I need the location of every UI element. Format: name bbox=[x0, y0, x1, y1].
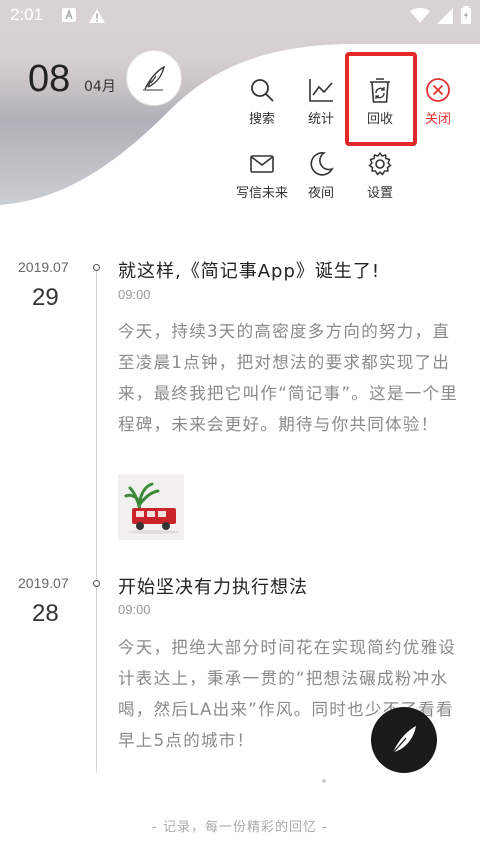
envelope-icon bbox=[250, 155, 274, 173]
entry-time: 09:00 bbox=[118, 287, 151, 302]
header-month: 04月 bbox=[84, 79, 116, 95]
quill-icon bbox=[392, 726, 416, 754]
menu-write-letter-label: 写信未来 bbox=[235, 186, 288, 201]
notification-a-icon bbox=[62, 8, 76, 22]
chart-icon bbox=[309, 79, 333, 102]
red-car-image bbox=[118, 474, 184, 540]
wifi-icon bbox=[410, 8, 430, 23]
entry-title[interactable]: 开始坚决有力执行想法 bbox=[118, 573, 308, 599]
close-icon bbox=[426, 78, 450, 102]
status-time: 2:01 bbox=[10, 5, 44, 24]
entry-year-month: 2019.07 bbox=[18, 259, 69, 275]
header-day: 08 bbox=[28, 58, 71, 100]
timeline-dot bbox=[93, 264, 100, 271]
status-bar: 2:01 bbox=[0, 0, 480, 32]
quill-icon bbox=[143, 65, 166, 91]
menu-settings-label: 设置 bbox=[366, 186, 393, 201]
menu-night[interactable]: 夜间 bbox=[289, 150, 353, 201]
menu-search-label: 搜索 bbox=[248, 112, 275, 127]
new-entry-fab[interactable] bbox=[371, 707, 437, 773]
entry-day: 29 bbox=[32, 284, 59, 311]
entry-day: 28 bbox=[32, 600, 59, 627]
entry-title[interactable]: 就这样,《简记事App》诞生了! bbox=[118, 257, 380, 283]
menu-settings[interactable]: 设置 bbox=[348, 150, 412, 201]
scroll-indicator bbox=[322, 779, 326, 783]
timeline-line bbox=[96, 268, 97, 773]
moon-icon bbox=[310, 152, 334, 176]
entry-year-month: 2019.07 bbox=[18, 575, 69, 591]
entry-thumbnail[interactable] bbox=[118, 474, 184, 540]
search-icon bbox=[251, 79, 274, 102]
highlight-box bbox=[345, 52, 417, 146]
signal-icon bbox=[437, 8, 453, 24]
entry-body[interactable]: 今天，持续3天的高密度多方向的努力，直至凌晨1点钟，把对想法的要求都实现了出来，… bbox=[118, 316, 463, 440]
battery-icon bbox=[461, 6, 471, 24]
warning-icon bbox=[89, 9, 105, 23]
entry-time: 09:00 bbox=[118, 602, 151, 617]
menu-close-label: 关闭 bbox=[424, 112, 451, 127]
menu-search[interactable]: 搜索 bbox=[230, 76, 294, 127]
timeline-dot bbox=[93, 580, 100, 587]
menu-stats[interactable]: 统计 bbox=[289, 76, 353, 127]
menu-write-letter[interactable]: 写信未来 bbox=[230, 150, 294, 201]
menu-stats-label: 统计 bbox=[307, 112, 334, 127]
menu-night-label: 夜间 bbox=[307, 186, 334, 201]
write-button[interactable] bbox=[126, 50, 182, 106]
footer-slogan: - 记录，每一份精彩的回忆 - bbox=[152, 820, 328, 835]
gear-icon bbox=[368, 152, 392, 176]
